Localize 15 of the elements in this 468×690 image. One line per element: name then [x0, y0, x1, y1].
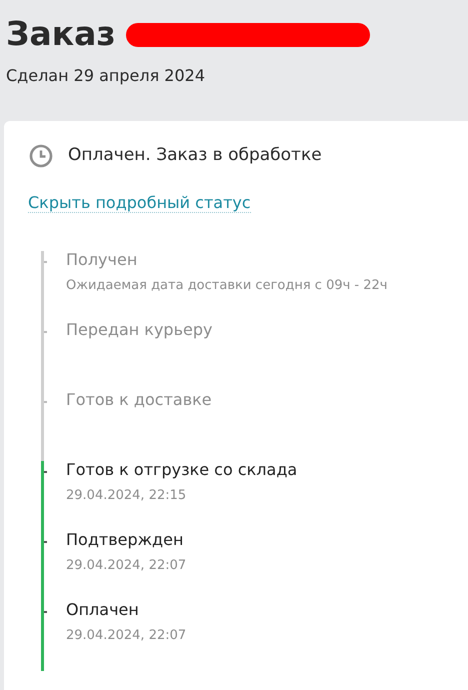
- step-title: Готов к доставке: [66, 388, 212, 410]
- step-title: Получен: [66, 248, 138, 270]
- step-detail: Ожидаемая дата доставки сегодня с 09ч - 22ч: [66, 276, 388, 294]
- step-title: Готов к отгрузке со склада: [66, 458, 298, 480]
- page-title: Заказ: [6, 14, 116, 54]
- step-detail: 29.04.2024, 22:07: [66, 626, 186, 644]
- status-text: Оплачен. Заказ в обработке: [68, 144, 322, 167]
- step-title: Оплачен: [66, 598, 140, 620]
- step-title: Подтвержден: [66, 528, 184, 550]
- hide-status-link[interactable]: Скрыть подробный статус: [28, 192, 251, 212]
- step-title: Передан курьеру: [66, 318, 212, 340]
- step-detail: 29.04.2024, 22:15: [66, 486, 188, 504]
- order-date: Сделан 29 апреля 2024: [5, 65, 206, 87]
- step-detail: 29.04.2024, 22:07: [66, 556, 186, 574]
- clock-icon: [29, 144, 53, 168]
